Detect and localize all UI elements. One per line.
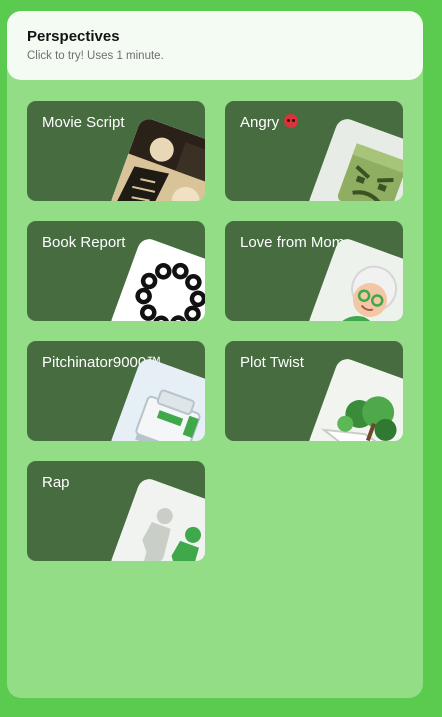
card-label: Love from Mom [240,234,345,251]
angry-block-face-icon [305,115,403,201]
card-angry[interactable]: Angry [225,101,403,201]
card-love-from-mom[interactable]: Love from Mom [225,221,403,321]
card-label: Angry [240,114,280,131]
perspectives-panel: Perspectives Click to try! Uses 1 minute… [7,11,423,698]
perspectives-header: Perspectives Click to try! Uses 1 minute… [7,11,423,80]
card-label-row: Angry [240,114,299,132]
card-book-report[interactable]: Book Report [27,221,205,321]
angry-face-emoji-icon [284,114,299,128]
card-pitchinator9000[interactable]: Pitchinator9000™ [27,341,205,441]
card-label: Rap [42,474,70,491]
page-subtitle: Click to try! Uses 1 minute. [27,50,164,62]
card-label: Movie Script [42,114,125,131]
figurines-icon [107,475,205,561]
page-title: Perspectives [27,28,120,45]
card-label: Book Report [42,234,126,251]
card-rap[interactable]: Rap [27,461,205,561]
card-movie-script[interactable]: Movie Script [27,101,205,201]
card-label: Plot Twist [240,354,304,371]
pop-up-book-icon [305,355,403,441]
card-plot-twist[interactable]: Plot Twist [225,341,403,441]
